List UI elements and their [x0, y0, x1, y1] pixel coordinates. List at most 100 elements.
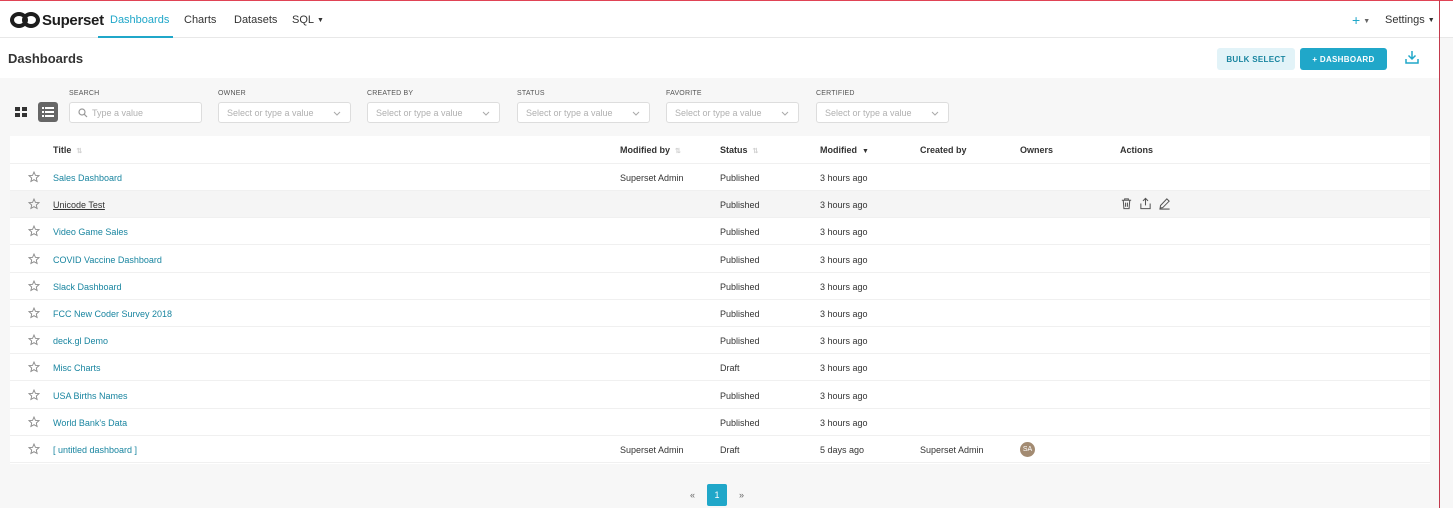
chevron-down-icon	[482, 111, 490, 116]
prev-page-button[interactable]: «	[690, 490, 695, 500]
favorite-star-icon[interactable]	[28, 307, 40, 319]
created-by-filter: CREATED BY Select or type a value	[367, 90, 500, 123]
dashboard-title-link[interactable]: USA Births Names	[53, 391, 128, 401]
settings-menu[interactable]: Settings ▼	[1385, 14, 1435, 26]
dashboard-title-link[interactable]: Unicode Test	[53, 200, 105, 210]
edit-pencil-icon[interactable]	[1158, 197, 1171, 210]
table-row[interactable]: [ untitled dashboard ] Superset Admin Draf…	[10, 436, 1430, 463]
status-cell: Published	[720, 417, 760, 428]
status-select[interactable]: Select or type a value	[517, 102, 650, 123]
owner-filter: OWNER Select or type a value	[218, 90, 351, 123]
list-view-toggle[interactable]	[38, 102, 58, 122]
dashboard-title-link[interactable]: Video Game Sales	[53, 227, 128, 237]
sort-icon: ⇅	[752, 148, 759, 155]
add-dashboard-button[interactable]: + DASHBOARD	[1300, 48, 1387, 70]
favorite-select-placeholder: Select or type a value	[675, 107, 762, 118]
trash-icon[interactable]	[1120, 197, 1133, 210]
dashboard-title-link[interactable]: [ untitled dashboard ]	[53, 445, 137, 455]
favorite-star-icon[interactable]	[28, 388, 40, 401]
column-owners: Owners	[1020, 145, 1054, 155]
modified-cell: 5 days ago	[820, 445, 865, 455]
dashboard-title-link[interactable]: Misc Charts	[53, 363, 101, 373]
favorite-star-icon[interactable]	[28, 198, 40, 210]
chevron-down-icon: ▼	[317, 16, 324, 24]
table-row[interactable]: COVID Vaccine Dashboard Published 3 hours …	[10, 246, 1430, 273]
plus-icon: +	[1352, 12, 1361, 28]
dashboard-title-link[interactable]: COVID Vaccine Dashboard	[53, 255, 162, 265]
dashboard-title-link[interactable]: deck.gl Demo	[53, 336, 108, 346]
modified-cell: 3 hours ago	[820, 363, 868, 374]
share-upload-icon[interactable]	[1139, 197, 1152, 210]
favorite-star-icon[interactable]	[28, 443, 40, 455]
sort-icon: ⇅	[76, 148, 83, 155]
owner-select[interactable]: Select or type a value	[218, 102, 351, 123]
nav-dashboards[interactable]: Dashboards	[110, 14, 169, 26]
next-page-button[interactable]: »	[739, 490, 744, 500]
import-download-icon[interactable]	[1404, 49, 1420, 65]
created-by-select[interactable]: Select or type a value	[367, 102, 500, 123]
column-modified-by[interactable]: Modified by ⇅	[620, 145, 681, 155]
page-header: Dashboards BULK SELECT + DASHBOARD	[0, 38, 1440, 78]
certified-select[interactable]: Select or type a value	[816, 102, 949, 123]
chevron-down-icon	[632, 111, 640, 116]
dashboard-title-link[interactable]: FCC New Coder Survey 2018	[53, 309, 172, 319]
column-modified[interactable]: Modified ▼	[820, 145, 869, 155]
table-row[interactable]: Misc Charts Draft 3 hours ago	[10, 354, 1430, 382]
favorite-star-icon[interactable]	[28, 252, 40, 265]
new-item-menu[interactable]: + ▼	[1352, 12, 1370, 28]
favorite-star-icon[interactable]	[28, 171, 40, 183]
page-title: Dashboards	[8, 51, 84, 66]
favorite-star-icon[interactable]	[28, 415, 40, 428]
dashboard-title-link[interactable]: Slack Dashboard	[53, 282, 122, 292]
favorite-star-icon[interactable]	[28, 334, 40, 346]
nav-datasets[interactable]: Datasets	[234, 14, 277, 26]
card-view-toggle[interactable]	[11, 102, 31, 122]
table-row[interactable]: Sales Dashboard Superset Admin Published 3 …	[10, 164, 1430, 191]
avatar[interactable]: SA	[1020, 442, 1035, 457]
superset-logo[interactable]: Superset	[10, 10, 104, 30]
sort-icon: ⇅	[675, 148, 681, 155]
column-title-label: Title	[53, 145, 72, 155]
favorite-select[interactable]: Select or type a value	[666, 102, 799, 123]
status-filter: STATUS Select or type a value	[517, 90, 650, 123]
column-status-label: Status	[720, 145, 748, 155]
table-row[interactable]: Video Game Sales Published 3 hours ago	[10, 218, 1430, 246]
status-cell: Published	[720, 390, 760, 401]
table-row[interactable]: World Bank's Data Published 3 hours ago	[10, 409, 1430, 436]
dashboard-title-link[interactable]: World Bank's Data	[53, 418, 127, 428]
search-input[interactable]: Type a value	[69, 102, 202, 123]
modified-cell: 3 hours ago	[820, 336, 868, 347]
chevron-down-icon: ▼	[1363, 17, 1371, 25]
modified-by-cell: Superset Admin	[620, 173, 684, 183]
status-cell: Published	[720, 200, 760, 211]
column-title[interactable]: Title ⇅	[53, 145, 82, 155]
table-row[interactable]: USA Births Names Published 3 hours ago	[10, 382, 1430, 409]
favorite-star-icon[interactable]	[28, 361, 40, 373]
chevron-down-icon	[333, 111, 341, 116]
row-actions	[1120, 197, 1171, 210]
created-by-select-placeholder: Select or type a value	[376, 107, 463, 118]
page-1-button[interactable]: 1	[707, 484, 728, 506]
status-cell: Draft	[720, 445, 740, 455]
favorite-star-icon[interactable]	[28, 225, 40, 237]
column-modified-by-label: Modified by	[620, 145, 670, 155]
table-row[interactable]: Unicode Test Published 3 hours ago	[10, 191, 1430, 219]
created-by-filter-label: CREATED BY	[367, 90, 414, 97]
modified-cell: 3 hours ago	[820, 173, 868, 183]
sort-descending-icon: ▼	[862, 148, 869, 155]
search-icon	[78, 107, 88, 117]
table-row[interactable]: FCC New Coder Survey 2018 Published 3 hour…	[10, 300, 1430, 327]
favorite-star-icon[interactable]	[28, 279, 40, 292]
superset-logo-icon	[10, 12, 40, 28]
bulk-select-button[interactable]: BULK SELECT	[1217, 48, 1295, 70]
table-row[interactable]: Slack Dashboard Published 3 hours ago	[10, 273, 1430, 300]
nav-sql-menu[interactable]: SQL ▼	[292, 14, 324, 26]
created-by-cell: Superset Admin	[920, 445, 984, 455]
search-filter: SEARCH Type a value	[69, 90, 202, 123]
table-row[interactable]: deck.gl Demo Published 3 hours ago	[10, 327, 1430, 355]
column-status[interactable]: Status ⇅	[720, 145, 758, 155]
column-created-by: Created by	[920, 145, 967, 155]
dashboard-title-link[interactable]: Sales Dashboard	[53, 173, 122, 183]
nav-charts[interactable]: Charts	[184, 14, 216, 26]
status-cell: Published	[720, 173, 760, 183]
